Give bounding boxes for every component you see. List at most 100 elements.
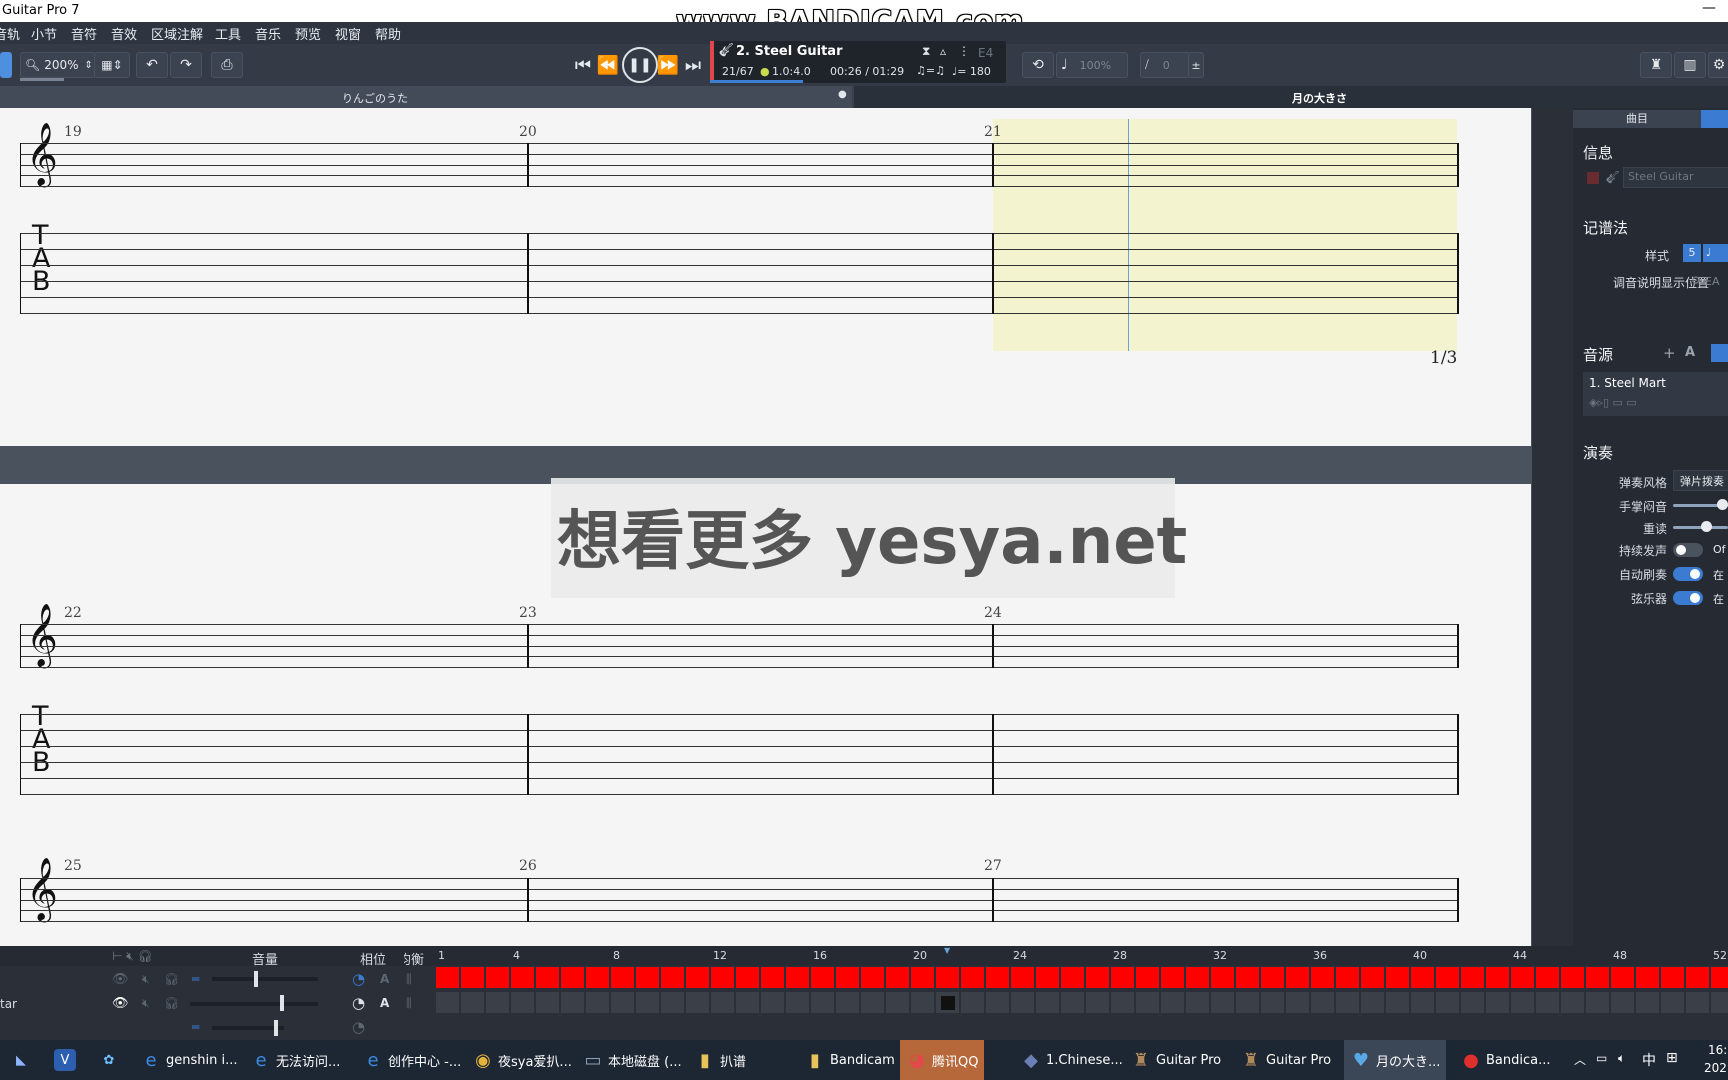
bar-cell-empty[interactable] bbox=[911, 992, 934, 1013]
bar-cell-empty[interactable] bbox=[961, 992, 984, 1013]
taskbar-item[interactable]: ♜ Guitar Pro bbox=[1240, 1040, 1331, 1080]
bar-cell-empty[interactable] bbox=[561, 992, 584, 1013]
bar-cell-filled[interactable] bbox=[1661, 967, 1684, 988]
forward-button[interactable]: ⏩ bbox=[656, 53, 680, 77]
track-bars-row[interactable] bbox=[436, 967, 1728, 990]
network-icon[interactable]: ▭ bbox=[1596, 1051, 1607, 1065]
bar-cell-filled[interactable] bbox=[1436, 967, 1459, 988]
bar-cell-filled[interactable] bbox=[1536, 967, 1559, 988]
pause-button[interactable]: ❚❚ bbox=[622, 47, 658, 83]
notation-style-standard-button[interactable]: ♩ bbox=[1703, 244, 1728, 262]
bar-cell-empty[interactable] bbox=[1486, 992, 1509, 1013]
bar-cell-filled[interactable] bbox=[1036, 967, 1059, 988]
bar-cell-empty[interactable] bbox=[1636, 992, 1659, 1013]
bar-cell-empty[interactable] bbox=[1611, 992, 1634, 1013]
keyboard-view-button[interactable]: ▥ bbox=[1674, 52, 1706, 78]
undo-button[interactable]: ↶ bbox=[136, 52, 168, 78]
panel-toggle-button[interactable] bbox=[0, 52, 12, 78]
bar-cell-filled[interactable] bbox=[1111, 967, 1134, 988]
start-button[interactable]: ◣ bbox=[10, 1040, 32, 1080]
taskbar-item[interactable]: e 创作中心 -... bbox=[362, 1040, 461, 1080]
bar-cell-filled[interactable] bbox=[1086, 967, 1109, 988]
bar-cell-filled[interactable] bbox=[686, 967, 709, 988]
menu-annotation[interactable]: 区域注解 bbox=[151, 24, 203, 43]
bar-cell-filled[interactable] bbox=[786, 967, 809, 988]
zoom-slider[interactable] bbox=[20, 78, 64, 81]
eye-icon[interactable]: 👁︎ bbox=[112, 972, 129, 987]
pan-knob-icon[interactable]: ◔ bbox=[352, 970, 365, 988]
bar-cell-empty[interactable] bbox=[586, 992, 609, 1013]
taskbar-item[interactable]: ♥ 月の大き... bbox=[1344, 1040, 1447, 1080]
taskbar-item[interactable]: e 无法访问... bbox=[250, 1040, 340, 1080]
minimize-icon[interactable]: — bbox=[1702, 0, 1716, 16]
mute-icon[interactable]: 🔇︎ bbox=[142, 996, 150, 1011]
accent-knob[interactable] bbox=[1701, 521, 1712, 532]
lcd-display[interactable]: 🎸︎ 2. Steel Guitar ⧗ ▵ ⋮ E4 21/67 ● 1.0:… bbox=[710, 41, 1006, 83]
bar-cell-filled[interactable] bbox=[936, 967, 959, 988]
bar-cell-filled[interactable] bbox=[886, 967, 909, 988]
speed-control[interactable]: ♩ 100% bbox=[1056, 52, 1128, 78]
bar-cell-filled[interactable] bbox=[1061, 967, 1084, 988]
clock-time[interactable]: 16: bbox=[1708, 1043, 1727, 1057]
print-button[interactable]: ⎙ bbox=[211, 52, 243, 78]
zoom-control[interactable]: 🔍︎ 200% ⇕ bbox=[20, 52, 96, 78]
tab-tsuki-no-ookisa[interactable]: 月の大きさ bbox=[854, 86, 1728, 108]
pick-style-dropdown[interactable]: 弹片拨奏 bbox=[1673, 470, 1728, 491]
bar-cell-empty[interactable] bbox=[1061, 992, 1084, 1013]
bar-cell-filled[interactable] bbox=[1336, 967, 1359, 988]
bar-cell-empty[interactable] bbox=[661, 992, 684, 1013]
track-bars-row[interactable] bbox=[436, 992, 1728, 1015]
string-instrument-toggle[interactable] bbox=[1673, 591, 1703, 605]
bar-cell-filled[interactable] bbox=[1311, 967, 1334, 988]
bar-cell-empty[interactable] bbox=[1461, 992, 1484, 1013]
menu-tools[interactable]: 工具 bbox=[215, 24, 241, 43]
bar-cell-filled[interactable] bbox=[486, 967, 509, 988]
tab-ringo-no-uta[interactable]: りんごのうた ● bbox=[0, 86, 852, 108]
taskbar-item[interactable]: ◕ 腾讯QQ bbox=[900, 1040, 985, 1080]
menu-track[interactable]: 音轨 bbox=[0, 24, 20, 43]
pan-knob-icon[interactable]: ◔ bbox=[352, 994, 365, 1012]
bar-cell-empty[interactable] bbox=[861, 992, 884, 1013]
bar-cell-empty[interactable] bbox=[1261, 992, 1284, 1013]
menu-note[interactable]: 音符 bbox=[71, 24, 97, 43]
input-mode-icon[interactable]: ⊞ bbox=[1666, 1050, 1678, 1066]
track-name[interactable]: tar bbox=[0, 997, 17, 1011]
bar-cell-empty[interactable] bbox=[1311, 992, 1334, 1013]
bar-cell-empty[interactable] bbox=[836, 992, 859, 1013]
instrument-view-button[interactable]: ♜ bbox=[1640, 52, 1672, 78]
sound-view-button[interactable] bbox=[1711, 344, 1728, 362]
mixer-icon[interactable]: ⫼ bbox=[406, 996, 412, 1011]
bar-cell-empty[interactable] bbox=[886, 992, 909, 1013]
bar-cell-filled[interactable] bbox=[711, 967, 734, 988]
bar-cell-filled[interactable] bbox=[1136, 967, 1159, 988]
taskbar-item[interactable]: ♜ Guitar Pro bbox=[1130, 1040, 1221, 1080]
sound-item[interactable]: 1. Steel Mart ◈▹▯ ▭ ▭ bbox=[1583, 372, 1728, 416]
track-color-swatch[interactable] bbox=[1587, 172, 1599, 184]
bar-cell-filled[interactable] bbox=[1286, 967, 1309, 988]
taskbar-item[interactable]: ◆ 1.Chinese... bbox=[1020, 1040, 1123, 1080]
bar-cell-empty[interactable] bbox=[1011, 992, 1034, 1013]
menu-effect[interactable]: 音效 bbox=[111, 24, 137, 43]
bar-cell-filled[interactable] bbox=[1361, 967, 1384, 988]
clock-date[interactable]: 202 bbox=[1704, 1061, 1727, 1075]
bar-cell-empty[interactable] bbox=[436, 992, 459, 1013]
headphones-icon[interactable]: 🎧︎ bbox=[164, 972, 179, 986]
bar-cell-empty[interactable] bbox=[1236, 992, 1259, 1013]
mixer-icon[interactable]: ⫼ bbox=[406, 972, 412, 987]
gear-icon[interactable]: ⚙ bbox=[1691, 274, 1701, 287]
bar-cell-filled[interactable] bbox=[1711, 967, 1728, 988]
bar-cell-empty[interactable] bbox=[1111, 992, 1134, 1013]
bar-cell-filled[interactable] bbox=[1011, 967, 1034, 988]
add-sound-icon[interactable]: + bbox=[1663, 344, 1676, 362]
go-start-button[interactable]: ⏮ bbox=[572, 53, 594, 77]
bar-cell-filled[interactable] bbox=[511, 967, 534, 988]
settings-button[interactable]: ⚙ bbox=[1708, 52, 1728, 78]
bar-cell-empty[interactable] bbox=[486, 992, 509, 1013]
bar-cell-filled[interactable] bbox=[861, 967, 884, 988]
taskbar-item[interactable]: ● Bandica... bbox=[1460, 1040, 1550, 1080]
bar-cell-empty[interactable] bbox=[511, 992, 534, 1013]
volume-thumb[interactable] bbox=[274, 1020, 278, 1036]
bar-cell-filled[interactable] bbox=[1561, 967, 1584, 988]
bar-cell-filled[interactable] bbox=[961, 967, 984, 988]
bar-cell-empty[interactable] bbox=[811, 992, 834, 1013]
